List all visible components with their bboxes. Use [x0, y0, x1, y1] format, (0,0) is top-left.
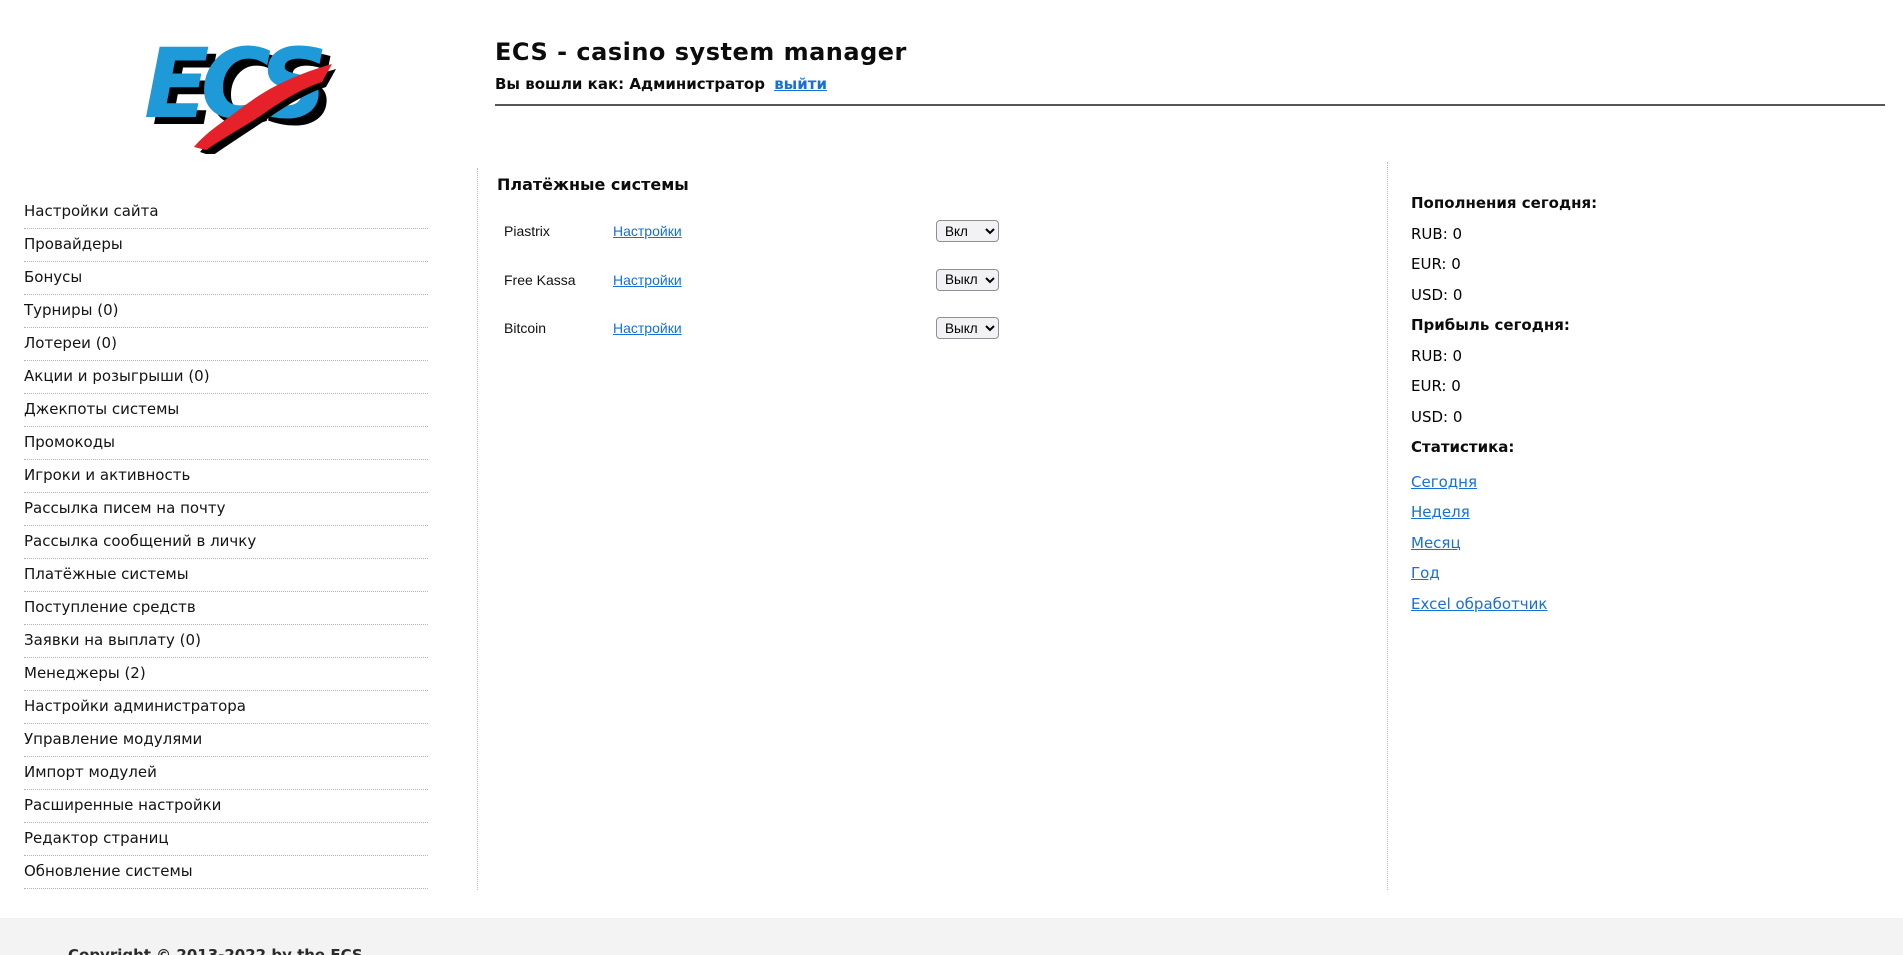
sidebar-item-label: Импорт модулей — [24, 763, 157, 781]
currency-line: USD: 0 — [1411, 280, 1741, 311]
sidebar-item-label: Игроки и активность — [24, 466, 191, 484]
payment-settings-link[interactable]: Настройки — [613, 272, 682, 288]
sidebar-item[interactable]: Менеджеры (2) — [24, 658, 428, 691]
statistics-link-line: Сегодня — [1411, 467, 1741, 498]
sidebar-item[interactable]: Платёжные системы — [24, 559, 428, 592]
currency-value: USD: 0 — [1411, 407, 1463, 426]
sidebar-item[interactable]: Рассылка писем на почту — [24, 493, 428, 526]
currency-line: RUB: 0 — [1411, 219, 1741, 250]
sidebar-item[interactable]: Лотереи (0) — [24, 328, 428, 361]
currency-line: EUR: 0 — [1411, 371, 1741, 402]
sidebar-item[interactable]: Расширенные настройки — [24, 790, 428, 823]
statistics-link[interactable]: Сегодня — [1411, 473, 1477, 491]
statistics-link[interactable]: Месяц — [1411, 534, 1461, 552]
currency-value: USD: 0 — [1411, 285, 1463, 304]
deposits-today-title: Пополнения сегодня: — [1411, 194, 1598, 212]
sidebar-item[interactable]: Обновление системы — [24, 856, 428, 889]
sidebar-item[interactable]: Промокоды — [24, 427, 428, 460]
main-stats-divider — [1387, 162, 1388, 890]
sidebar-item[interactable]: Настройки администратора — [24, 691, 428, 724]
sidebar-item-label: Управление модулями — [24, 730, 203, 748]
currency-value: EUR: 0 — [1411, 255, 1461, 273]
sidebar-item-label: Настройки сайта — [24, 202, 159, 220]
payments-list: Piastrix Настройки ВклВыкл Free Kassa На… — [497, 0, 1377, 400]
currency-value: EUR: 0 — [1411, 377, 1461, 395]
sidebar-item[interactable]: Заявки на выплату (0) — [24, 625, 428, 658]
statistics-link[interactable]: Неделя — [1411, 503, 1470, 521]
sidebar-item-label: Джекпоты системы — [24, 400, 180, 418]
payment-state-select[interactable]: ВклВыкл — [936, 220, 999, 242]
statistics-link-line: Excel обработчик — [1411, 589, 1741, 620]
profit-today-title: Прибыль сегодня: — [1411, 316, 1570, 334]
statistics-link[interactable]: Excel обработчик — [1411, 595, 1547, 613]
sidebar-item-label: Редактор страниц — [24, 829, 169, 847]
payment-row: Piastrix Настройки ВклВыкл — [497, 218, 1097, 244]
sidebar-item-label: Лотереи (0) — [24, 334, 117, 352]
sidebar-item-label: Провайдеры — [24, 235, 123, 253]
payment-name: Bitcoin — [504, 320, 547, 336]
sidebar-item[interactable]: Поступление средств — [24, 592, 428, 625]
stats-panel: Пополнения сегодня: RUB: 0 EUR: 0 USD: 0… — [1411, 188, 1741, 619]
sidebar-item[interactable]: Бонусы — [24, 262, 428, 295]
sidebar-item-label: Рассылка сообщений в личку — [24, 532, 257, 550]
sidebar-item-label: Акции и розыгрыши (0) — [24, 367, 210, 385]
currency-value: RUB: 0 — [1411, 224, 1463, 243]
sidebar-item-label: Бонусы — [24, 268, 83, 286]
payment-name: Free Kassa — [504, 271, 576, 288]
sidebar-main-divider — [477, 168, 478, 890]
sidebar-item-label: Платёжные системы — [24, 565, 189, 583]
currency-line: USD: 0 — [1411, 402, 1741, 433]
statistics-link-line: Неделя — [1411, 497, 1741, 528]
currency-line: RUB: 0 — [1411, 341, 1741, 372]
payment-settings-link[interactable]: Настройки — [613, 320, 682, 336]
ecs-logo: ECS ECS — [136, 20, 340, 156]
sidebar-item[interactable]: Импорт модулей — [24, 757, 428, 790]
sidebar-item[interactable]: Турниры (0) — [24, 295, 428, 328]
sidebar-item[interactable]: Редактор страниц — [24, 823, 428, 856]
sidebar-item[interactable]: Управление модулями — [24, 724, 428, 757]
statistics-link[interactable]: Год — [1411, 564, 1440, 582]
sidebar-item[interactable]: Джекпоты системы — [24, 394, 428, 427]
sidebar-item[interactable]: Провайдеры — [24, 229, 428, 262]
statistics-title: Статистика: — [1411, 438, 1515, 456]
copyright-text: Copyright © 2013-2022 by the ECS — [68, 946, 363, 955]
payment-name: Piastrix — [504, 223, 550, 239]
sidebar-item-label: Менеджеры (2) — [24, 664, 146, 682]
sidebar-item-label: Рассылка писем на почту — [24, 499, 226, 517]
payment-settings-link[interactable]: Настройки — [613, 223, 682, 239]
sidebar-item-label: Турниры (0) — [24, 301, 119, 319]
sidebar-item-label: Промокоды — [24, 433, 115, 451]
sidebar-item[interactable]: Настройки сайта — [24, 196, 428, 229]
currency-value: RUB: 0 — [1411, 346, 1463, 365]
currency-line: EUR: 0 — [1411, 249, 1741, 280]
sidebar-item[interactable]: Игроки и активность — [24, 460, 428, 493]
sidebar-menu: Настройки сайта Провайдеры Бонусы Турнир… — [24, 196, 428, 889]
sidebar-item-label: Заявки на выплату (0) — [24, 631, 201, 649]
sidebar-item-label: Поступление средств — [24, 598, 196, 616]
statistics-link-line: Месяц — [1411, 528, 1741, 559]
sidebar-item-label: Настройки администратора — [24, 697, 246, 715]
footer: Copyright © 2013-2022 by the ECS — [0, 918, 1903, 955]
payment-state-select[interactable]: ВклВыкл — [936, 317, 999, 339]
sidebar-item-label: Расширенные настройки — [24, 796, 222, 814]
sidebar-item-label: Обновление системы — [24, 862, 193, 880]
ecs-logo-graphic: ECS ECS — [144, 28, 340, 156]
sidebar-item[interactable]: Рассылка сообщений в личку — [24, 526, 428, 559]
payment-row: Bitcoin Настройки ВклВыкл — [497, 315, 1097, 341]
sidebar-item[interactable]: Акции и розыгрыши (0) — [24, 361, 428, 394]
payment-state-select[interactable]: ВклВыкл — [936, 268, 999, 291]
statistics-link-line: Год — [1411, 558, 1741, 589]
payment-row: Free Kassa Настройки ВклВыкл — [497, 267, 1097, 293]
